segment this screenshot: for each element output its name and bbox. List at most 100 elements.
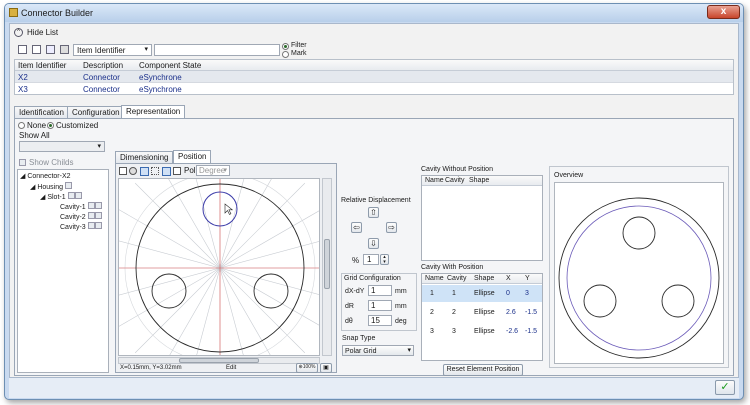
new-item-icon[interactable]: [18, 45, 27, 54]
show-childs-checkbox[interactable]: [19, 159, 26, 166]
pan-tool-icon[interactable]: [129, 167, 137, 175]
row-id: X3: [18, 85, 28, 94]
scroll-thumb[interactable]: [324, 239, 330, 289]
new-child-icon[interactable]: [32, 45, 41, 54]
tree-item-slot[interactable]: ◢ Slot-1: [40, 192, 82, 201]
grid-toggle-icon[interactable]: [140, 167, 149, 176]
column-header[interactable]: Name: [425, 177, 444, 184]
show-all-select[interactable]: ▾: [19, 141, 105, 152]
cell-y: -1.5: [525, 309, 538, 316]
customized-radio[interactable]: [47, 122, 54, 129]
table-row[interactable]: X2 Connector eSynchrone: [15, 71, 733, 83]
unit-select[interactable]: Degree ▾: [196, 165, 230, 176]
none-radio[interactable]: [18, 122, 25, 129]
snap-type-value: Polar Grid: [345, 348, 377, 355]
vertical-scrollbar[interactable]: [322, 178, 332, 356]
arrow-up-icon[interactable]: ⇧: [368, 207, 379, 218]
tree-item-connector[interactable]: ◢ Connector-X2: [20, 172, 71, 180]
arrow-left-icon[interactable]: ⇦: [351, 222, 362, 233]
hide-list-label[interactable]: Hide List: [27, 28, 58, 37]
tab-representation[interactable]: Representation: [121, 105, 186, 118]
horizontal-scrollbar[interactable]: [118, 357, 320, 364]
fit-view-icon[interactable]: ▣: [320, 363, 332, 373]
column-header[interactable]: Item Identifier: [18, 61, 66, 70]
column-header[interactable]: Component State: [139, 61, 201, 70]
tree-item-label: Slot-1: [47, 194, 66, 201]
search-input[interactable]: [154, 44, 280, 56]
snap-type-select[interactable]: Polar Grid ▾: [342, 345, 414, 356]
chevron-down-icon: ▾: [407, 347, 411, 354]
tree-check-icon[interactable]: [74, 192, 82, 199]
tree-check-icon[interactable]: [94, 202, 102, 209]
relative-displacement-title: Relative Displacement: [341, 197, 411, 204]
tree-check-icon[interactable]: [67, 192, 75, 199]
paste-icon[interactable]: [60, 45, 69, 54]
column-header[interactable]: X: [506, 275, 511, 282]
cell-cavity: 1: [452, 290, 456, 297]
tree-item-cavity-3[interactable]: Cavity-3: [60, 222, 102, 231]
tree-check-icon[interactable]: [87, 202, 95, 209]
zoom-button[interactable]: ⊕100%: [296, 363, 318, 373]
percent-stepper[interactable]: ▴ ▾: [380, 254, 389, 265]
table-row[interactable]: 2 2 Ellipse 2.6 -1.5: [422, 304, 542, 321]
table-row[interactable]: 1 1 Ellipse 0 3: [422, 285, 542, 302]
tree-check-icon[interactable]: [94, 212, 102, 219]
column-header[interactable]: Description: [83, 61, 123, 70]
column-header[interactable]: Cavity: [447, 275, 466, 282]
polar-grid-icon[interactable]: [173, 167, 181, 175]
tree-item-housing[interactable]: ◢ Housing: [30, 182, 72, 191]
column-header[interactable]: Shape: [474, 275, 494, 282]
dr-input[interactable]: 1: [368, 300, 392, 311]
reset-element-position-button[interactable]: Reset Element Position: [443, 364, 523, 376]
title-bar[interactable]: Connector Builder x: [5, 4, 743, 22]
dxdy-input[interactable]: 1: [368, 285, 392, 296]
tab-dimensioning[interactable]: Dimensioning: [115, 151, 174, 163]
cell-y: -1.5: [525, 328, 538, 335]
tree-check-icon[interactable]: [94, 222, 102, 229]
tree-check-icon[interactable]: [87, 222, 95, 229]
cell-x: 2.6: [506, 309, 516, 316]
percent-input[interactable]: 1: [363, 254, 379, 265]
connector-builder-window: Connector Builder x ^ Hide List Item Ide…: [4, 3, 744, 400]
zoom-label: 100%: [302, 364, 316, 370]
unit-select-value: Degree: [199, 166, 226, 175]
overview-housing: [558, 197, 720, 359]
chevron-up-icon[interactable]: ^: [14, 28, 23, 37]
ok-button[interactable]: ✓: [715, 380, 735, 395]
cell-name: 2: [430, 309, 434, 316]
dr-unit: mm: [395, 303, 407, 310]
tab-configuration[interactable]: Configuration: [67, 106, 125, 118]
identifier-select[interactable]: Item Identifier ▾: [73, 44, 152, 56]
tree-item-cavity-2[interactable]: Cavity-2: [60, 212, 102, 221]
scroll-thumb[interactable]: [179, 358, 259, 363]
dtheta-input[interactable]: 15: [368, 315, 392, 326]
tab-identification[interactable]: Identification: [14, 106, 69, 118]
arrow-right-icon[interactable]: ⇨: [386, 222, 397, 233]
tree-item-cavity-1[interactable]: Cavity-1: [60, 202, 102, 211]
cavity-with-header: Name Cavity Shape X Y: [422, 274, 542, 284]
close-button[interactable]: x: [707, 5, 740, 19]
tree-check-icon[interactable]: [87, 212, 95, 219]
table-row[interactable]: 3 3 Ellipse -2.6 -1.5: [422, 323, 542, 340]
tree-item-label: Cavity-1: [60, 204, 86, 211]
tree-check-icon[interactable]: [64, 182, 72, 189]
column-header[interactable]: Shape: [469, 177, 489, 184]
column-header[interactable]: Y: [525, 275, 530, 282]
snap-grid-icon[interactable]: [151, 167, 159, 175]
drawing-canvas[interactable]: [118, 178, 320, 356]
copy-icon[interactable]: [46, 45, 55, 54]
cartesian-grid-icon[interactable]: [162, 167, 171, 176]
select-tool-icon[interactable]: [119, 167, 127, 175]
none-label: None: [27, 121, 47, 130]
representation-panel: None Customized Show All ▾ Show Childs ◢…: [14, 118, 734, 376]
position-panel: Pol Degree ▾ X=0.15mm, Y=3.02mm Edit ⊕10…: [115, 163, 337, 373]
table-row[interactable]: X3 Connector eSynchrone: [15, 83, 733, 95]
filter-radio[interactable]: [282, 43, 289, 50]
column-header[interactable]: Name: [425, 275, 444, 282]
arrow-down-icon[interactable]: ⇩: [368, 238, 379, 249]
overview-title: Overview: [554, 172, 584, 179]
tab-position[interactable]: Position: [173, 150, 212, 163]
overview-drawing: [558, 197, 720, 359]
column-header[interactable]: Cavity: [445, 177, 464, 184]
mark-radio[interactable]: [282, 51, 289, 58]
